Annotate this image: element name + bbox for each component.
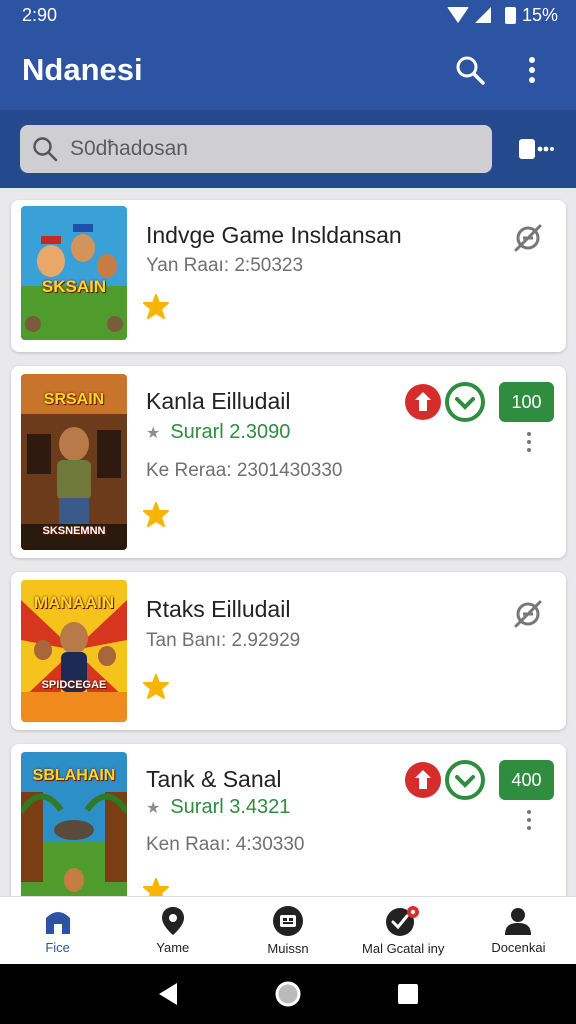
nav-label: Muissn: [267, 941, 309, 956]
game-thumbnail: SBLAHAIN: [21, 752, 127, 896]
star-badge-icon[interactable]: [143, 674, 169, 700]
thumbnail-title: MANAAIN: [33, 593, 115, 612]
alert-icon: [415, 392, 431, 411]
sync-badge[interactable]: [445, 382, 485, 422]
nav-item-media[interactable]: Muissn: [230, 897, 345, 964]
alert-badge[interactable]: [405, 762, 441, 798]
game-thumbnail: SRSAIN SKSNEMNN: [21, 374, 127, 550]
game-score-text: Surarl 3.4321: [170, 796, 291, 818]
count-badge: 400: [499, 760, 554, 800]
search-bar-container: [0, 110, 576, 188]
search-box[interactable]: [20, 125, 492, 173]
app-title: Ndanesi: [22, 52, 143, 87]
hide-icon[interactable]: [512, 222, 544, 254]
media-icon: [273, 906, 303, 936]
game-subtitle: Tan Banı: 2.92929: [146, 630, 301, 651]
search-icon: [456, 56, 485, 85]
nav-label: Docenkai: [491, 940, 546, 955]
location-pin-icon: [161, 907, 184, 935]
game-title: Rtaks Eilludail: [146, 596, 291, 622]
game-thumbnail: MANAAIN SPIDCEGAE: [21, 580, 127, 722]
thumbnail-title: SRSAIN: [43, 391, 105, 408]
app-bar: Ndanesi: [0, 30, 576, 110]
sync-badge[interactable]: [445, 760, 485, 800]
search-icon: [33, 137, 58, 162]
game-title: Indvge Game Insldansan: [146, 222, 402, 248]
count-badge: 100: [499, 382, 554, 422]
star-badge-icon[interactable]: [143, 878, 169, 896]
nav-label: Fice: [45, 940, 70, 955]
cellular-signal-icon: [474, 7, 491, 23]
battery-icon: [504, 6, 516, 24]
home-circle-icon[interactable]: [274, 980, 302, 1008]
back-icon[interactable]: [157, 982, 179, 1006]
search-button[interactable]: [448, 48, 492, 92]
thumbnail-subtitle: SPIDCEGAE: [41, 679, 107, 691]
item-menu-button[interactable]: [526, 810, 532, 830]
game-list: SKSAIN Indvge Game Insldansan Yan Raaı: …: [0, 188, 576, 896]
thumbnail-title: SBLAHAIN: [32, 767, 116, 784]
game-card[interactable]: SKSAIN Indvge Game Insldansan Yan Raaı: …: [11, 200, 566, 352]
wifi-icon: [446, 7, 469, 23]
game-card[interactable]: SBLAHAIN Tank & Sanal ★ Surarl 3.4321 Ke…: [11, 744, 566, 896]
hide-icon[interactable]: [512, 598, 544, 630]
nav-item-home[interactable]: Fice: [0, 897, 115, 964]
bottom-navigation: Fice Yame Muissn Mal Gcatal iny Docenkai: [0, 896, 576, 964]
game-card[interactable]: MANAAIN SPIDCEGAE Rtaks Eilludail Tan Ba…: [11, 572, 566, 730]
alert-badge[interactable]: [405, 384, 441, 420]
game-score-text: Surarl 2.3090: [170, 421, 291, 443]
game-subtitle: Ke Reraa: 2301430330: [146, 460, 343, 481]
check-settings-icon: [386, 906, 420, 936]
more-vertical-icon: [529, 57, 535, 83]
game-title: Kanla Eilludail: [146, 388, 291, 414]
status-time: 2:90: [22, 4, 58, 25]
list-view-icon: [519, 139, 554, 159]
status-bar: 2:90 15%: [0, 0, 576, 30]
nav-item-catalog[interactable]: Mal Gcatal iny: [346, 897, 461, 964]
star-icon: ★: [146, 799, 161, 817]
star-badge-icon[interactable]: [143, 502, 169, 528]
home-icon: [45, 912, 70, 934]
nav-label: Yame: [156, 940, 190, 955]
thumbnail-subtitle: SKSNEMNN: [42, 525, 106, 537]
nav-item-game[interactable]: Yame: [115, 897, 230, 964]
thumbnail-title: SKSAIN: [41, 277, 107, 296]
alert-icon: [415, 770, 431, 789]
view-toggle-button[interactable]: [516, 129, 556, 169]
star-icon: ★: [146, 424, 161, 442]
person-icon: [505, 908, 532, 935]
sync-icon: [455, 775, 475, 788]
star-badge-icon[interactable]: [143, 294, 169, 320]
status-icons: 15%: [446, 4, 558, 26]
search-input[interactable]: [70, 137, 450, 161]
sync-icon: [455, 397, 475, 410]
nav-label: Mal Gcatal iny: [362, 941, 445, 956]
game-score: ★ Surarl 2.3090: [146, 421, 290, 444]
recents-icon[interactable]: [397, 983, 419, 1005]
overflow-menu-button[interactable]: [510, 48, 554, 92]
game-title: Tank & Sanal: [146, 766, 282, 792]
game-score: ★ Surarl 3.4321: [146, 796, 290, 819]
nav-item-profile[interactable]: Docenkai: [461, 897, 576, 964]
system-navigation-bar: [0, 964, 576, 1024]
game-subtitle: Yan Raaı: 2:50323: [146, 255, 304, 276]
game-thumbnail: SKSAIN: [21, 206, 127, 340]
battery-percentage: 15%: [521, 4, 558, 25]
game-subtitle: Ken Raaı: 4:30330: [146, 834, 305, 855]
item-menu-button[interactable]: [526, 432, 532, 452]
game-card[interactable]: SRSAIN SKSNEMNN Kanla Eilludail ★ Surarl…: [11, 366, 566, 558]
